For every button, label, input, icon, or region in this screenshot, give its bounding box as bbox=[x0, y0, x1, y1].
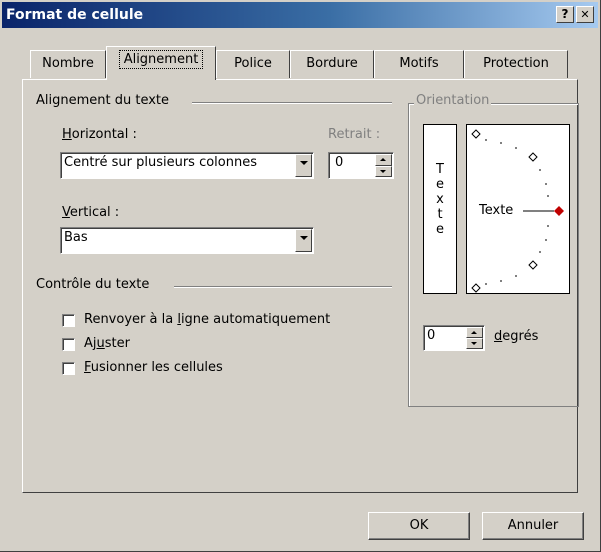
tab-bordure[interactable]: Bordure bbox=[290, 50, 374, 78]
chevron-down-icon bbox=[300, 161, 308, 165]
section-divider bbox=[174, 286, 392, 288]
indent-value: 0 bbox=[335, 155, 344, 170]
degrees-label: degrés bbox=[494, 329, 539, 344]
title-bar[interactable]: Format de cellule ? ✕ bbox=[2, 2, 598, 28]
help-icon: ? bbox=[561, 7, 569, 21]
arrow-down-icon bbox=[471, 342, 477, 345]
horizontal-label: Horizontal : bbox=[62, 127, 137, 142]
cancel-button[interactable]: Annuler bbox=[482, 512, 584, 540]
degrees-spin-buttons bbox=[466, 327, 483, 349]
tab-label: Bordure bbox=[306, 56, 358, 71]
horizontal-dropdown-button[interactable] bbox=[295, 154, 312, 177]
vertical-letter: e bbox=[436, 222, 444, 237]
indent-spin-up[interactable] bbox=[375, 154, 392, 166]
ok-button[interactable]: OK bbox=[368, 512, 470, 540]
arrow-up-icon bbox=[380, 158, 386, 161]
ok-button-label: OK bbox=[409, 518, 429, 533]
format-cells-dialog: Format de cellule ? ✕ Nombre Alignement … bbox=[0, 0, 601, 552]
help-button[interactable]: ? bbox=[556, 6, 574, 23]
close-button[interactable]: ✕ bbox=[576, 6, 594, 23]
close-icon: ✕ bbox=[580, 8, 590, 21]
vertical-dropdown-button[interactable] bbox=[295, 229, 312, 252]
tab-label: Nombre bbox=[42, 56, 94, 71]
horizontal-select[interactable]: Centré sur plusieurs colonnes bbox=[60, 152, 314, 179]
vertical-text-toggle[interactable]: T e x t e bbox=[423, 124, 457, 294]
merge-cells-checkbox[interactable] bbox=[62, 362, 75, 375]
indent-spinner[interactable]: 0 bbox=[328, 152, 394, 179]
vertical-letter: t bbox=[437, 207, 443, 222]
dialog-title: Format de cellule bbox=[6, 7, 144, 23]
orientation-dial[interactable]: Texte bbox=[466, 124, 570, 294]
vertical-label: Vertical : bbox=[62, 205, 120, 220]
tab-motifs[interactable]: Motifs bbox=[374, 50, 464, 78]
cancel-button-label: Annuler bbox=[507, 518, 559, 533]
vertical-letter: x bbox=[436, 192, 444, 207]
shrink-to-fit-label[interactable]: Ajuster bbox=[84, 336, 130, 351]
tab-label: Police bbox=[234, 56, 272, 71]
vertical-letter: e bbox=[436, 177, 444, 192]
indent-spin-buttons bbox=[375, 154, 392, 177]
tab-label: Protection bbox=[483, 56, 549, 71]
wrap-text-label[interactable]: Renvoyer à la ligne automatiquement bbox=[84, 312, 330, 327]
tab-nombre[interactable]: Nombre bbox=[30, 50, 106, 78]
degrees-spin-up[interactable] bbox=[466, 327, 483, 338]
indent-label: Retrait : bbox=[328, 127, 381, 142]
vertical-letter: T bbox=[436, 162, 444, 177]
tab-police[interactable]: Police bbox=[216, 50, 290, 78]
arrow-up-icon bbox=[471, 331, 477, 334]
text-control-section-title: Contrôle du texte bbox=[36, 277, 150, 292]
text-alignment-section-title: Alignement du texte bbox=[36, 93, 170, 108]
vertical-select[interactable]: Bas bbox=[60, 227, 314, 254]
degrees-value: 0 bbox=[427, 328, 436, 343]
tab-label: Alignement bbox=[118, 50, 204, 69]
indent-spin-down[interactable] bbox=[375, 165, 392, 177]
section-divider bbox=[192, 102, 392, 104]
tab-alignement[interactable]: Alignement bbox=[106, 46, 216, 80]
tab-label: Motifs bbox=[399, 56, 439, 71]
tab-protection[interactable]: Protection bbox=[464, 50, 568, 78]
orientation-text-preview: Texte bbox=[479, 203, 514, 218]
wrap-text-checkbox[interactable] bbox=[62, 314, 75, 327]
orientation-title: Orientation bbox=[414, 93, 492, 108]
arrow-down-icon bbox=[380, 169, 386, 173]
horizontal-select-value: Centré sur plusieurs colonnes bbox=[64, 155, 257, 170]
chevron-down-icon bbox=[300, 236, 308, 240]
merge-cells-label[interactable]: Fusionner les cellules bbox=[84, 360, 223, 375]
shrink-to-fit-checkbox[interactable] bbox=[62, 338, 75, 351]
vertical-select-value: Bas bbox=[64, 230, 88, 245]
degrees-spin-down[interactable] bbox=[466, 338, 483, 349]
degrees-spinner[interactable]: 0 bbox=[423, 325, 485, 351]
